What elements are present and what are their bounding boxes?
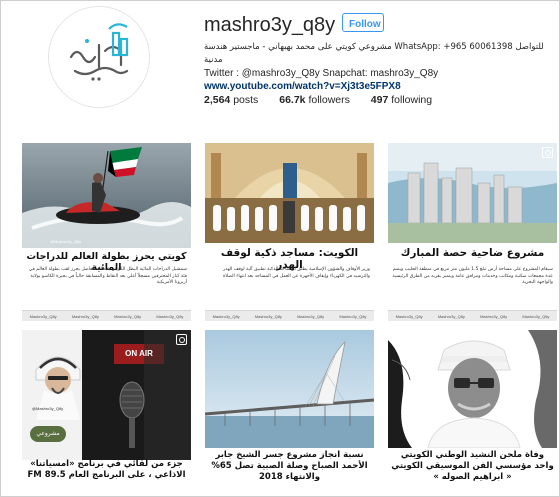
twitter-tag: Mashro3y_Q8y [71,313,99,319]
youtube-tag: Mashro3y_Q8y [522,313,550,319]
profile-avatar[interactable] [48,6,150,108]
instagram-icon [542,147,553,158]
profile-bio: للتواصل WhatsApp: +965 60061398 مشروعي ك… [204,41,554,93]
post-tile-mosque[interactable]: الكويت: مساجد ذكية لوقف الهدر وزير الأوق… [205,143,374,321]
instagram-tag: Mashro3y_Q8y [212,313,240,319]
post-headline: نسبة انجاز مشروع جسر الشيخ جابر الأحمد ا… [211,450,368,482]
snapchat-tag: Mashro3y_Q8y [297,313,325,319]
post-handle: @Mashro3y_Q8y [50,239,82,244]
twitter-tag: Mashro3y_Q8y [254,313,282,319]
snapchat-tag: Mashro3y_Q8y [114,313,142,319]
on-air-sign: ON AIR [125,349,153,358]
post-social-bar: Mashro3y_Q8y Mashro3y_Q8y Mashro3y_Q8y M… [22,310,191,321]
post-headline: مشروع ضاحية حصة المبارك [400,247,545,259]
bridge-photo [205,330,374,448]
post-body: شمشيل الدراجات المائية البطل الكويتي عبد… [28,267,187,285]
post-tile-radio[interactable]: ON AIR مشروعي @Mashro3y_Q8y جزء من لقائي… [22,330,191,490]
post-body: سيقام المشروع على مساحة أرض تبلغ 1.5 ملي… [392,267,553,285]
following-count[interactable]: 497 following [371,94,432,106]
post-headline: جزء من لقائي في برنامج «امسياتنا» الاذاع… [27,459,186,480]
post-headline: وفاة ملحن النشيد الوطني الكويتي واحد مؤس… [391,450,554,482]
city-render-photo [388,143,557,243]
post-social-bar: Mashro3y_Q8y Mashro3y_Q8y Mashro3y_Q8y M… [205,310,374,321]
profile-stats: 2,564 posts 66.7k followers 497 followin… [204,94,450,106]
brand-logo-badge: مشروعي [30,426,66,442]
post-tile-jetski[interactable]: @Mashro3y_Q8y كويتي يحرز بطولة العالم لل… [22,143,191,321]
bio-social-text: Twitter : @mashro3y_Q8y Snapchat: mashro… [204,68,439,79]
instagram-tag: Mashro3y_Q8y [29,313,57,319]
post-tile-composer[interactable]: وفاة ملحن النشيد الوطني الكويتي واحد مؤس… [388,330,557,490]
instagram-tag: Mashro3y_Q8y [395,313,423,319]
youtube-tag: Mashro3y_Q8y [339,313,367,319]
post-handle: @Mashro3y_Q8y [32,406,64,411]
youtube-tag: Mashro3y_Q8y [156,313,184,319]
mosque-photo [205,143,374,243]
post-tile-bridge[interactable]: نسبة انجاز مشروع جسر الشيخ جابر الأحمد ا… [205,330,374,490]
snapchat-tag: Mashro3y_Q8y [480,313,508,319]
bio-social-line: Twitter : @mashro3y_Q8y Snapchat: mashro… [204,67,554,93]
jetski-photo [22,143,191,248]
bio-youtube-link[interactable]: www.youtube.com/watch?v=Xj3t3e5FPX8 [204,81,401,92]
followers-count[interactable]: 66.7k followers [279,94,350,106]
instagram-icon [176,334,187,345]
twitter-tag: Mashro3y_Q8y [437,313,465,319]
follow-button[interactable]: Follow [342,13,384,32]
posts-count: 2,564 posts [204,94,259,106]
profile-username: mashro3y_q8y [204,14,336,36]
bio-contact-line: للتواصل WhatsApp: +965 60061398 مشروعي ك… [204,42,544,65]
post-social-bar: Mashro3y_Q8y Mashro3y_Q8y Mashro3y_Q8y M… [388,310,557,321]
post-tile-city[interactable]: مشروع ضاحية حصة المبارك سيقام المشروع عل… [388,143,557,321]
avatar-logo-icon [49,7,149,107]
composer-portrait-photo [388,330,557,448]
post-body: وزير الأوقاف والشؤون الإسلامية يطلق المس… [222,267,370,279]
